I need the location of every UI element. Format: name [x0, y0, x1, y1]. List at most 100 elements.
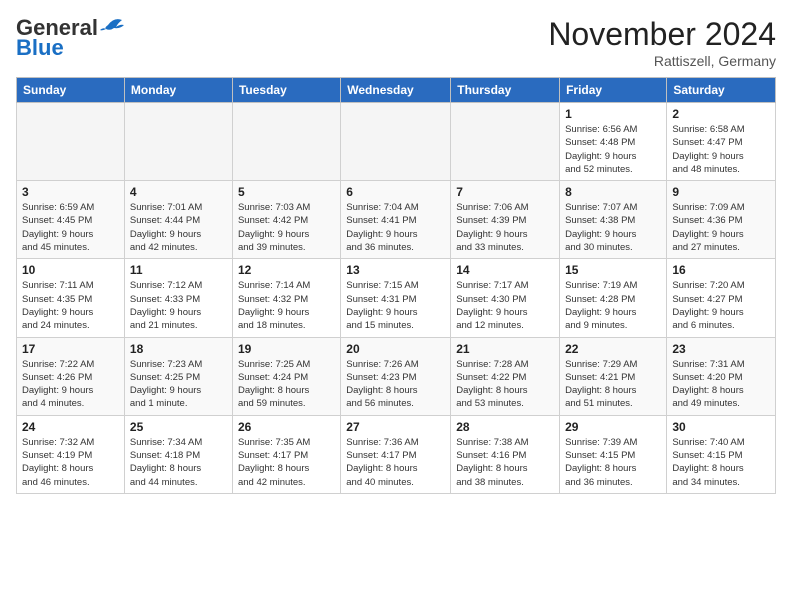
calendar-cell: 5Sunrise: 7:03 AM Sunset: 4:42 PM Daylig…: [232, 181, 340, 259]
calendar-cell: 2 Sunrise: 6:58 AM Sunset: 4:47 PM Daylig…: [667, 103, 776, 181]
calendar-header-row: SundayMondayTuesdayWednesdayThursdayFrid…: [17, 78, 776, 103]
day-info: Sunrise: 7:01 AM Sunset: 4:44 PM Dayligh…: [130, 201, 227, 254]
day-info: Sunrise: 7:29 AM Sunset: 4:21 PM Dayligh…: [565, 358, 661, 411]
calendar-cell: [232, 103, 340, 181]
day-info: Sunrise: 7:35 AM Sunset: 4:17 PM Dayligh…: [238, 436, 335, 489]
calendar-cell: 1 Sunrise: 6:56 AM Sunset: 4:48 PM Daylig…: [560, 103, 667, 181]
day-info: Sunrise: 7:20 AM Sunset: 4:27 PM Dayligh…: [672, 279, 770, 332]
calendar-cell: 13 Sunrise: 7:15 AM Sunset: 4:31 PM Dayli…: [341, 259, 451, 337]
day-number: 17: [22, 342, 119, 356]
logo: General Blue: [16, 16, 126, 60]
day-info: Sunrise: 7:12 AM Sunset: 4:33 PM Dayligh…: [130, 279, 227, 332]
day-number: 14: [456, 263, 554, 277]
calendar-week-4: 17 Sunrise: 7:22 AM Sunset: 4:26 PM Dayli…: [17, 337, 776, 415]
day-number: 15: [565, 263, 661, 277]
day-header-friday: Friday: [560, 78, 667, 103]
calendar-cell: 9 Sunrise: 7:09 AM Sunset: 4:36 PM Daylig…: [667, 181, 776, 259]
calendar-cell: 29 Sunrise: 7:39 AM Sunset: 4:15 PM Dayli…: [560, 415, 667, 493]
header: General Blue November 2024 Rattiszell, G…: [16, 16, 776, 69]
day-number: 9: [672, 185, 770, 199]
day-header-sunday: Sunday: [17, 78, 125, 103]
calendar-week-3: 10 Sunrise: 7:11 AM Sunset: 4:35 PM Dayli…: [17, 259, 776, 337]
calendar-cell: 17 Sunrise: 7:22 AM Sunset: 4:26 PM Dayli…: [17, 337, 125, 415]
calendar-cell: 16 Sunrise: 7:20 AM Sunset: 4:27 PM Dayli…: [667, 259, 776, 337]
day-number: 8: [565, 185, 661, 199]
day-number: 20: [346, 342, 445, 356]
day-number: 10: [22, 263, 119, 277]
day-info: Sunrise: 7:23 AM Sunset: 4:25 PM Dayligh…: [130, 358, 227, 411]
day-info: Sunrise: 7:14 AM Sunset: 4:32 PM Dayligh…: [238, 279, 335, 332]
logo-blue-text: Blue: [16, 36, 64, 60]
day-number: 7: [456, 185, 554, 199]
calendar-week-1: 1 Sunrise: 6:56 AM Sunset: 4:48 PM Daylig…: [17, 103, 776, 181]
day-header-saturday: Saturday: [667, 78, 776, 103]
day-info: Sunrise: 7:07 AM Sunset: 4:38 PM Dayligh…: [565, 201, 661, 254]
day-info: Sunrise: 7:31 AM Sunset: 4:20 PM Dayligh…: [672, 358, 770, 411]
calendar-cell: 6Sunrise: 7:04 AM Sunset: 4:41 PM Daylig…: [341, 181, 451, 259]
day-number: 4: [130, 185, 227, 199]
calendar-cell: 14 Sunrise: 7:17 AM Sunset: 4:30 PM Dayli…: [451, 259, 560, 337]
calendar-cell: [17, 103, 125, 181]
title-area: November 2024 Rattiszell, Germany: [548, 16, 776, 69]
location: Rattiszell, Germany: [548, 53, 776, 69]
day-number: 30: [672, 420, 770, 434]
calendar-cell: 23 Sunrise: 7:31 AM Sunset: 4:20 PM Dayli…: [667, 337, 776, 415]
day-info: Sunrise: 7:28 AM Sunset: 4:22 PM Dayligh…: [456, 358, 554, 411]
month-title: November 2024: [548, 16, 776, 53]
day-info: Sunrise: 7:15 AM Sunset: 4:31 PM Dayligh…: [346, 279, 445, 332]
calendar-cell: 7Sunrise: 7:06 AM Sunset: 4:39 PM Daylig…: [451, 181, 560, 259]
day-info: Sunrise: 7:39 AM Sunset: 4:15 PM Dayligh…: [565, 436, 661, 489]
day-number: 25: [130, 420, 227, 434]
day-info: Sunrise: 7:04 AM Sunset: 4:41 PM Dayligh…: [346, 201, 445, 254]
day-info: Sunrise: 7:09 AM Sunset: 4:36 PM Dayligh…: [672, 201, 770, 254]
day-number: 28: [456, 420, 554, 434]
day-number: 18: [130, 342, 227, 356]
day-info: Sunrise: 7:22 AM Sunset: 4:26 PM Dayligh…: [22, 358, 119, 411]
day-number: 19: [238, 342, 335, 356]
day-number: 22: [565, 342, 661, 356]
calendar-cell: 30 Sunrise: 7:40 AM Sunset: 4:15 PM Dayli…: [667, 415, 776, 493]
day-number: 12: [238, 263, 335, 277]
calendar-cell: 26Sunrise: 7:35 AM Sunset: 4:17 PM Dayli…: [232, 415, 340, 493]
day-number: 11: [130, 263, 227, 277]
day-number: 16: [672, 263, 770, 277]
day-number: 29: [565, 420, 661, 434]
day-info: Sunrise: 7:19 AM Sunset: 4:28 PM Dayligh…: [565, 279, 661, 332]
calendar-cell: 24 Sunrise: 7:32 AM Sunset: 4:19 PM Dayli…: [17, 415, 125, 493]
day-number: 21: [456, 342, 554, 356]
calendar-cell: 20 Sunrise: 7:26 AM Sunset: 4:23 PM Dayli…: [341, 337, 451, 415]
day-number: 13: [346, 263, 445, 277]
calendar-cell: 25Sunrise: 7:34 AM Sunset: 4:18 PM Dayli…: [124, 415, 232, 493]
calendar-cell: 28 Sunrise: 7:38 AM Sunset: 4:16 PM Dayli…: [451, 415, 560, 493]
day-header-monday: Monday: [124, 78, 232, 103]
calendar-cell: 19Sunrise: 7:25 AM Sunset: 4:24 PM Dayli…: [232, 337, 340, 415]
day-number: 24: [22, 420, 119, 434]
day-number: 1: [565, 107, 661, 121]
day-number: 2: [672, 107, 770, 121]
calendar-cell: 27Sunrise: 7:36 AM Sunset: 4:17 PM Dayli…: [341, 415, 451, 493]
day-info: Sunrise: 7:11 AM Sunset: 4:35 PM Dayligh…: [22, 279, 119, 332]
day-info: Sunrise: 7:17 AM Sunset: 4:30 PM Dayligh…: [456, 279, 554, 332]
day-header-thursday: Thursday: [451, 78, 560, 103]
calendar: SundayMondayTuesdayWednesdayThursdayFrid…: [16, 77, 776, 494]
day-info: Sunrise: 6:58 AM Sunset: 4:47 PM Dayligh…: [672, 123, 770, 176]
day-number: 5: [238, 185, 335, 199]
calendar-cell: 22 Sunrise: 7:29 AM Sunset: 4:21 PM Dayli…: [560, 337, 667, 415]
day-info: Sunrise: 7:32 AM Sunset: 4:19 PM Dayligh…: [22, 436, 119, 489]
day-header-wednesday: Wednesday: [341, 78, 451, 103]
calendar-cell: [124, 103, 232, 181]
day-info: Sunrise: 6:56 AM Sunset: 4:48 PM Dayligh…: [565, 123, 661, 176]
calendar-cell: 4 Sunrise: 7:01 AM Sunset: 4:44 PM Daylig…: [124, 181, 232, 259]
day-info: Sunrise: 7:40 AM Sunset: 4:15 PM Dayligh…: [672, 436, 770, 489]
calendar-week-2: 3Sunrise: 6:59 AM Sunset: 4:45 PM Daylig…: [17, 181, 776, 259]
day-number: 23: [672, 342, 770, 356]
day-info: Sunrise: 7:26 AM Sunset: 4:23 PM Dayligh…: [346, 358, 445, 411]
calendar-cell: [451, 103, 560, 181]
calendar-cell: 11 Sunrise: 7:12 AM Sunset: 4:33 PM Dayli…: [124, 259, 232, 337]
calendar-cell: 8 Sunrise: 7:07 AM Sunset: 4:38 PM Daylig…: [560, 181, 667, 259]
day-info: Sunrise: 7:38 AM Sunset: 4:16 PM Dayligh…: [456, 436, 554, 489]
day-info: Sunrise: 6:59 AM Sunset: 4:45 PM Dayligh…: [22, 201, 119, 254]
calendar-cell: 21 Sunrise: 7:28 AM Sunset: 4:22 PM Dayli…: [451, 337, 560, 415]
calendar-week-5: 24 Sunrise: 7:32 AM Sunset: 4:19 PM Dayli…: [17, 415, 776, 493]
logo-bird-icon: [100, 15, 126, 37]
